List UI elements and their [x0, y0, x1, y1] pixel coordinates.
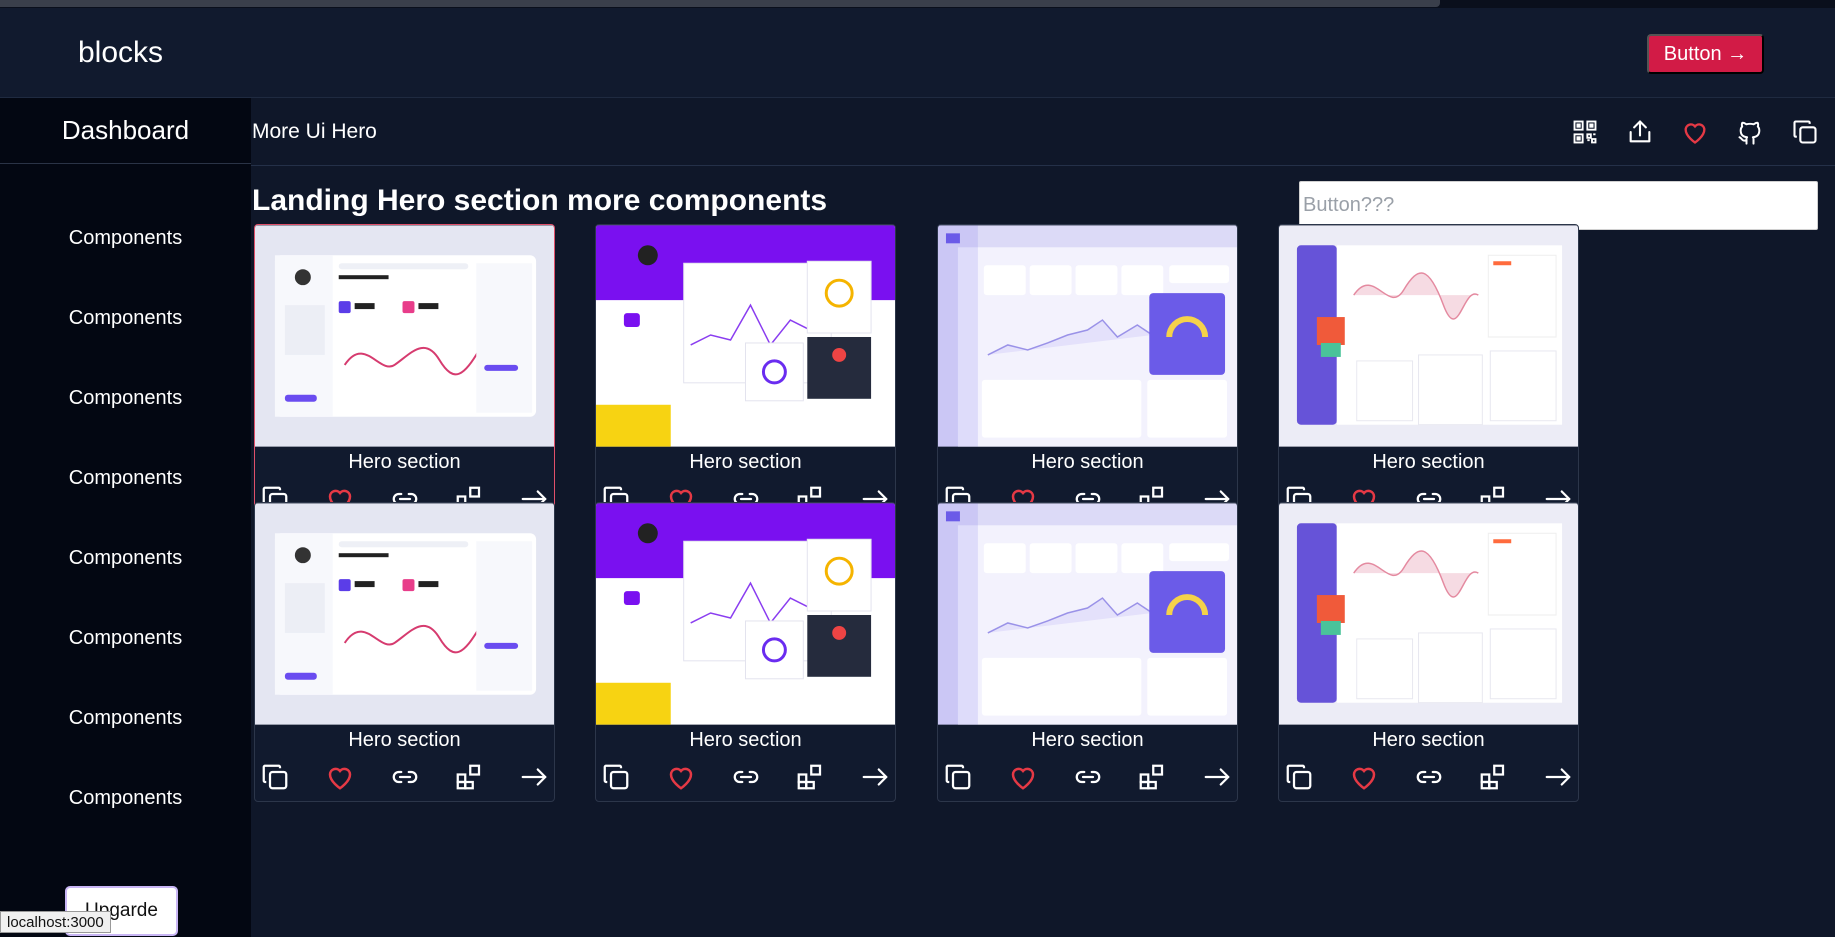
- card-title: Hero section: [1031, 729, 1144, 751]
- component-card[interactable]: Hero section: [595, 502, 896, 802]
- sidebar: Dashboard Components Components Componen…: [0, 98, 251, 937]
- link-icon[interactable]: [730, 761, 762, 793]
- copy-icon[interactable]: [1283, 761, 1315, 793]
- copy-icon[interactable]: [600, 761, 632, 793]
- link-icon[interactable]: [389, 761, 421, 793]
- blocks-icon[interactable]: [1136, 761, 1168, 793]
- browser-top-strip: [0, 0, 1835, 8]
- arrow-right-icon[interactable]: [518, 761, 550, 793]
- sidebar-item-components[interactable]: Components: [0, 278, 251, 358]
- component-card[interactable]: Hero section: [595, 224, 896, 524]
- browser-scroll-indicator: [0, 0, 1440, 7]
- card-title: Hero section: [1372, 729, 1485, 751]
- heart-icon[interactable]: [1007, 761, 1039, 793]
- heart-icon[interactable]: [1679, 116, 1711, 148]
- heart-icon[interactable]: [1348, 761, 1380, 793]
- top-header: blocks Button →: [0, 8, 1835, 98]
- blocks-icon[interactable]: [1477, 761, 1509, 793]
- sidebar-item-components[interactable]: Components: [0, 358, 251, 438]
- arrow-right-icon[interactable]: [1201, 761, 1233, 793]
- sidebar-item-components[interactable]: Components: [0, 438, 251, 518]
- card-thumbnail[interactable]: [596, 225, 895, 447]
- link-icon[interactable]: [1072, 761, 1104, 793]
- component-card[interactable]: Hero section: [937, 502, 1238, 802]
- component-card[interactable]: Hero section: [1278, 224, 1579, 524]
- card-title: Hero section: [1372, 451, 1485, 473]
- blocks-icon[interactable]: [453, 761, 485, 793]
- card-thumbnail[interactable]: [1279, 225, 1578, 447]
- status-url-tooltip: localhost:3000: [0, 911, 111, 933]
- sidebar-item-components[interactable]: Components: [0, 758, 251, 838]
- qr-code-icon[interactable]: [1569, 116, 1601, 148]
- github-icon[interactable]: [1734, 116, 1766, 148]
- component-card[interactable]: Hero section: [254, 224, 555, 524]
- brand-logo[interactable]: blocks: [78, 36, 163, 70]
- sidebar-item-components[interactable]: Components: [0, 518, 251, 598]
- card-thumbnail[interactable]: [938, 503, 1237, 725]
- arrow-right-icon[interactable]: [859, 761, 891, 793]
- card-actions: [1279, 757, 1578, 797]
- sidebar-item-components[interactable]: Components: [0, 198, 251, 278]
- sub-toolbar: More Ui Hero: [251, 98, 1835, 166]
- copy-icon[interactable]: [942, 761, 974, 793]
- card-title: Hero section: [689, 451, 802, 473]
- component-card[interactable]: Hero section: [1278, 502, 1579, 802]
- main-content: More Ui Hero Landing Hero section more c…: [251, 98, 1835, 937]
- arrow-right-icon[interactable]: [1542, 761, 1574, 793]
- card-thumbnail[interactable]: [596, 503, 895, 725]
- card-actions: [255, 757, 554, 797]
- component-card[interactable]: Hero section: [254, 502, 555, 802]
- card-actions: [596, 757, 895, 797]
- search-input[interactable]: [1299, 181, 1818, 230]
- heart-icon[interactable]: [665, 761, 697, 793]
- header-cta-button[interactable]: Button →: [1647, 34, 1764, 74]
- card-actions: [938, 757, 1237, 797]
- card-title: Hero section: [689, 729, 802, 751]
- sidebar-title[interactable]: Dashboard: [0, 98, 251, 164]
- section-title: Landing Hero section more components: [252, 184, 828, 217]
- copy-icon[interactable]: [259, 761, 291, 793]
- card-title: Hero section: [348, 451, 461, 473]
- blocks-icon[interactable]: [794, 761, 826, 793]
- share-icon[interactable]: [1624, 116, 1656, 148]
- sidebar-item-components[interactable]: Components: [0, 678, 251, 758]
- card-thumbnail[interactable]: [255, 225, 554, 447]
- component-card[interactable]: Hero section: [937, 224, 1238, 524]
- card-title: Hero section: [1031, 451, 1144, 473]
- subbar-title: More Ui Hero: [252, 120, 377, 143]
- sidebar-list: Components Components Components Compone…: [0, 198, 251, 838]
- copy-icon[interactable]: [1789, 116, 1821, 148]
- card-thumbnail[interactable]: [255, 503, 554, 725]
- card-thumbnail[interactable]: [1279, 503, 1578, 725]
- link-icon[interactable]: [1413, 761, 1445, 793]
- sidebar-item-components[interactable]: Components: [0, 598, 251, 678]
- card-thumbnail[interactable]: [938, 225, 1237, 447]
- card-title: Hero section: [348, 729, 461, 751]
- heart-icon[interactable]: [324, 761, 356, 793]
